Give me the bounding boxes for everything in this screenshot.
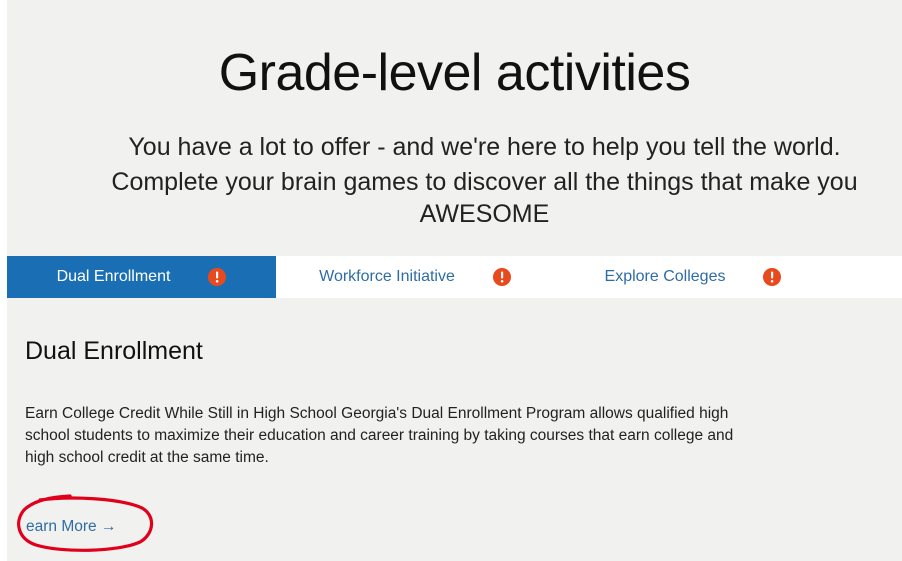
hero-section: Grade-level activities You have a lot to… [7,0,902,255]
subtitle-line-1: You have a lot to offer - and we're here… [128,133,841,161]
section-heading: Dual Enrollment [25,337,203,365]
tab-label: Explore Colleges [604,268,726,285]
tab-label: Workforce Initiative [319,268,455,285]
subtitle-line-3: AWESOME [419,200,550,228]
page-title: Grade-level activities [218,44,691,102]
subtitle-line-2: Complete your brain games to discover al… [111,168,858,196]
tab-label: Dual Enrollment [56,268,171,285]
alert-icon [492,268,511,286]
alert-icon [763,268,782,286]
tab-workforce-initiative[interactable]: Workforce Initiative [276,256,554,298]
tab-explore-colleges[interactable]: Explore Colleges [554,256,832,298]
section-description: Earn College Credit While Still in High … [25,405,734,466]
tab-content-panel: Dual Enrollment Earn College Credit Whil… [7,298,902,561]
page: Grade-level activities You have a lot to… [7,0,902,561]
learn-more-link[interactable]: earn More → [26,517,116,537]
alert-icon [208,268,227,286]
tab-dual-enrollment[interactable]: Dual Enrollment [7,256,276,298]
tab-bar: Dual Enrollment Workforce Initiative Exp… [7,256,902,298]
